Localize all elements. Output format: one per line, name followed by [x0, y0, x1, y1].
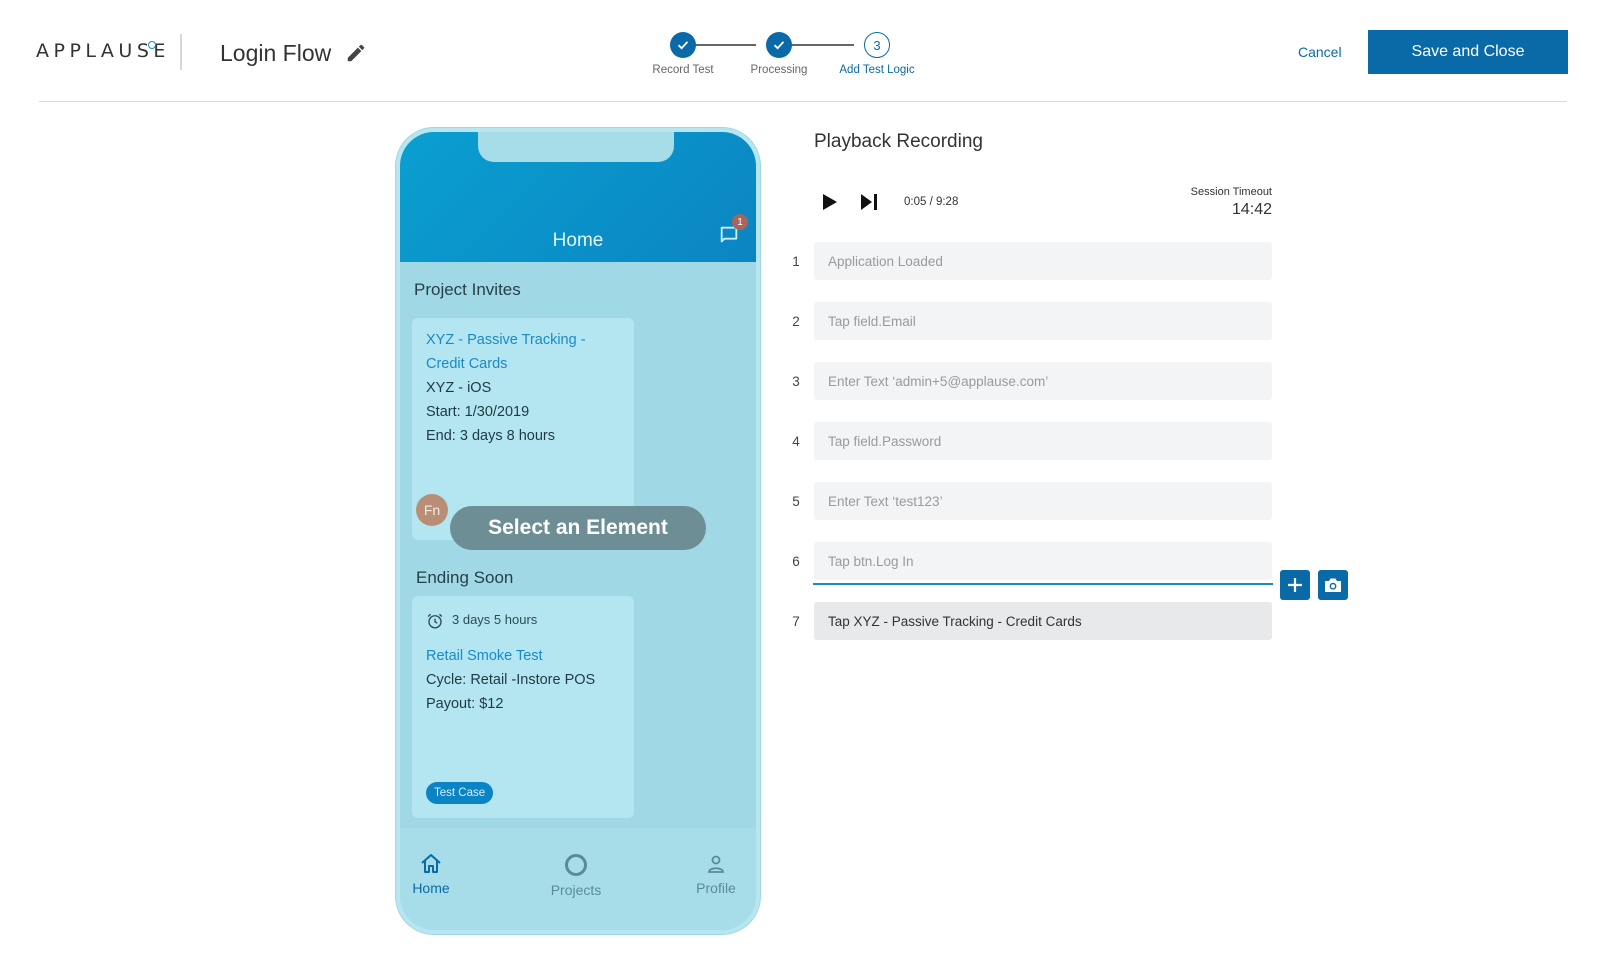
stepper-connector — [782, 44, 854, 46]
progress-stepper: 3 Record Test Processing Add Test Logic — [640, 30, 920, 90]
session-timeout-value: 14:42 — [1231, 201, 1272, 218]
ending-timer: 3 days 5 hours — [452, 612, 538, 627]
stepper-connector — [686, 44, 756, 46]
camera-icon — [1325, 578, 1341, 592]
logo-dot-icon — [148, 41, 156, 49]
ending-card-payout: Payout: $12 — [426, 696, 504, 712]
step-field[interactable]: Enter Text ‘admin+5@applause.com’ — [814, 362, 1272, 400]
invite-card-product: XYZ - iOS — [426, 380, 492, 396]
project-invites-heading: Project Invites — [414, 280, 521, 299]
invite-card-start: Start: 1/30/2019 — [426, 404, 530, 420]
tab-profile-label: Profile — [696, 880, 736, 896]
projects-circle-icon — [565, 854, 587, 876]
test-name-title: Login Flow — [220, 40, 332, 66]
avatar: Fn — [416, 494, 448, 526]
step-number: 4 — [792, 434, 800, 449]
header-divider — [180, 34, 182, 70]
step-field[interactable]: Application Loaded — [814, 242, 1272, 280]
step-2-check-icon — [766, 32, 792, 58]
phone-preview[interactable]: Home 1 Project Invites XYZ - Passive Tra… — [396, 128, 760, 934]
notification-badge: 1 — [732, 214, 748, 230]
invite-card-title[interactable]: XYZ - Passive Tracking - — [426, 328, 586, 352]
header: APPLAUSE Login Flow 3 Record Test Proces… — [0, 0, 1600, 102]
phone-app-header: Home 1 — [400, 132, 756, 262]
step-number: 1 — [792, 254, 800, 269]
step-field[interactable]: Tap field.Password — [814, 422, 1272, 460]
step-1-check-icon — [670, 32, 696, 58]
step-field-selected[interactable]: Tap XYZ - Passive Tracking - Credit Card… — [814, 602, 1272, 640]
step-number: 6 — [792, 554, 800, 569]
playback-title: Playback Recording — [814, 131, 983, 152]
step-field[interactable]: Tap field.Email — [814, 302, 1272, 340]
step-number: 2 — [792, 314, 800, 329]
playback-time: 0:05 / 9:28 — [904, 196, 959, 208]
play-icon[interactable] — [822, 193, 838, 211]
ending-soon-heading: Ending Soon — [416, 568, 514, 587]
phone-notch — [478, 132, 674, 162]
home-icon — [421, 854, 441, 873]
ending-card-title[interactable]: Retail Smoke Test — [426, 644, 543, 668]
tab-home[interactable]: Home — [400, 852, 476, 896]
tab-projects-label: Projects — [550, 882, 602, 898]
step-label-record: Record Test — [652, 64, 714, 76]
step-field[interactable]: Enter Text ‘test123’ — [814, 482, 1272, 520]
tab-projects[interactable]: Projects — [531, 852, 621, 898]
phone-screen-title: Home — [552, 230, 604, 251]
screenshot-button[interactable] — [1318, 570, 1348, 600]
add-step-button[interactable] — [1280, 570, 1310, 600]
phone-tab-bar: Home Projects Profile — [400, 828, 756, 930]
plus-icon — [1288, 578, 1302, 592]
invite-card-end: End: 3 days 8 hours — [426, 428, 555, 444]
person-icon — [708, 855, 724, 873]
ending-card[interactable]: 3 days 5 hours Retail Smoke Test Cycle: … — [412, 596, 634, 818]
tab-profile[interactable]: Profile — [671, 852, 756, 896]
cancel-button[interactable]: Cancel — [1298, 44, 1342, 60]
save-and-close-button[interactable]: Save and Close — [1368, 30, 1568, 74]
alarm-clock-icon — [427, 613, 443, 629]
tab-home-label: Home — [412, 880, 450, 896]
skip-next-icon[interactable] — [860, 193, 878, 211]
select-element-overlay: Select an Element — [450, 506, 706, 550]
step-number: 3 — [792, 374, 800, 389]
invite-card-title-continued[interactable]: Credit Cards — [426, 352, 507, 376]
insert-position-line — [813, 583, 1273, 585]
session-timeout-label: Session Timeout — [1190, 186, 1272, 198]
step-3-number: 3 — [864, 32, 890, 58]
test-case-badge: Test Case — [426, 782, 494, 804]
step-number: 5 — [792, 494, 800, 509]
header-divider-line — [39, 101, 1567, 102]
step-label-add-logic: Add Test Logic — [839, 64, 915, 76]
step-label-processing: Processing — [750, 64, 808, 76]
pencil-edit-icon[interactable] — [345, 42, 367, 64]
step-number: 7 — [792, 614, 800, 629]
ending-card-cycle: Cycle: Retail -Instore POS — [426, 672, 596, 688]
step-field[interactable]: Tap btn.Log In — [814, 542, 1272, 580]
